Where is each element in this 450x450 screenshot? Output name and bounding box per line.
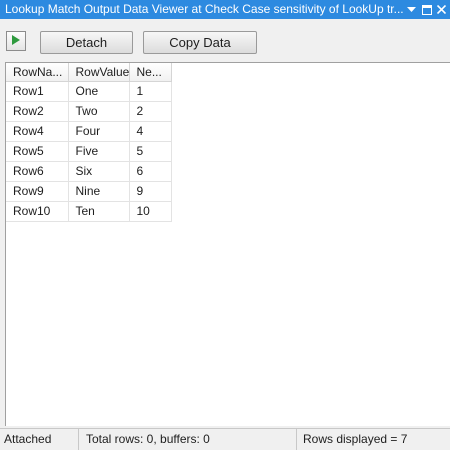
cell-new[interactable]: 9 bbox=[129, 181, 172, 202]
table-row[interactable]: Row10 Ten 10 bbox=[6, 201, 172, 222]
cell-rowname[interactable]: Row9 bbox=[6, 181, 69, 202]
status-rows-displayed: Rows displayed = 7 bbox=[303, 432, 408, 446]
play-icon bbox=[12, 34, 20, 48]
cell-rowname[interactable]: Row2 bbox=[6, 101, 69, 122]
cell-rowname[interactable]: Row4 bbox=[6, 121, 69, 142]
window-title: Lookup Match Output Data Viewer at Check… bbox=[5, 2, 404, 16]
close-icon[interactable] bbox=[435, 0, 448, 19]
table-row[interactable]: Row4 Four 4 bbox=[6, 121, 172, 142]
cell-new[interactable]: 5 bbox=[129, 141, 172, 162]
chevron-down-icon[interactable] bbox=[405, 0, 418, 19]
column-header-rowname[interactable]: RowNa... bbox=[6, 63, 69, 82]
cell-new[interactable]: 1 bbox=[129, 81, 172, 102]
cell-new[interactable]: 4 bbox=[129, 121, 172, 142]
table-row[interactable]: Row6 Six 6 bbox=[6, 161, 172, 182]
status-attached: Attached bbox=[0, 429, 79, 450]
column-header-new[interactable]: Ne... bbox=[129, 63, 172, 82]
data-viewer-window: Lookup Match Output Data Viewer at Check… bbox=[0, 0, 450, 450]
table-row[interactable]: Row2 Two 2 bbox=[6, 101, 172, 122]
cell-rowname[interactable]: Row1 bbox=[6, 81, 69, 102]
cell-rowname[interactable]: Row10 bbox=[6, 201, 69, 222]
cell-rowvalue[interactable]: Five bbox=[68, 141, 130, 162]
run-button[interactable] bbox=[6, 31, 26, 51]
title-bar[interactable]: Lookup Match Output Data Viewer at Check… bbox=[0, 0, 450, 19]
table-row[interactable]: Row1 One 1 bbox=[6, 81, 172, 102]
cell-rowvalue[interactable]: Ten bbox=[68, 201, 130, 222]
data-table: RowNa... RowValue Ne... Row1 One 1 Row2 … bbox=[6, 63, 172, 222]
cell-rowvalue[interactable]: Four bbox=[68, 121, 130, 142]
data-grid[interactable]: RowNa... RowValue Ne... Row1 One 1 Row2 … bbox=[5, 62, 450, 426]
cell-rowvalue[interactable]: Nine bbox=[68, 181, 130, 202]
cell-rowname[interactable]: Row5 bbox=[6, 141, 69, 162]
cell-rowvalue[interactable]: Six bbox=[68, 161, 130, 182]
cell-new[interactable]: 6 bbox=[129, 161, 172, 182]
status-totals: Total rows: 0, buffers: 0 bbox=[81, 429, 297, 450]
detach-button[interactable]: Detach bbox=[40, 31, 133, 54]
cell-rowname[interactable]: Row6 bbox=[6, 161, 69, 182]
table-row[interactable]: Row9 Nine 9 bbox=[6, 181, 172, 202]
cell-rowvalue[interactable]: Two bbox=[68, 101, 130, 122]
table-row[interactable]: Row5 Five 5 bbox=[6, 141, 172, 162]
status-bar: Attached Total rows: 0, buffers: 0 Rows … bbox=[0, 428, 450, 450]
cell-rowvalue[interactable]: One bbox=[68, 81, 130, 102]
header-row: RowNa... RowValue Ne... bbox=[6, 63, 172, 82]
cell-new[interactable]: 10 bbox=[129, 201, 172, 222]
window-restore-icon[interactable] bbox=[420, 0, 433, 19]
copy-data-button[interactable]: Copy Data bbox=[143, 31, 257, 54]
cell-new[interactable]: 2 bbox=[129, 101, 172, 122]
column-header-rowvalue[interactable]: RowValue bbox=[68, 63, 130, 82]
toolbar: Detach Copy Data bbox=[0, 19, 450, 62]
